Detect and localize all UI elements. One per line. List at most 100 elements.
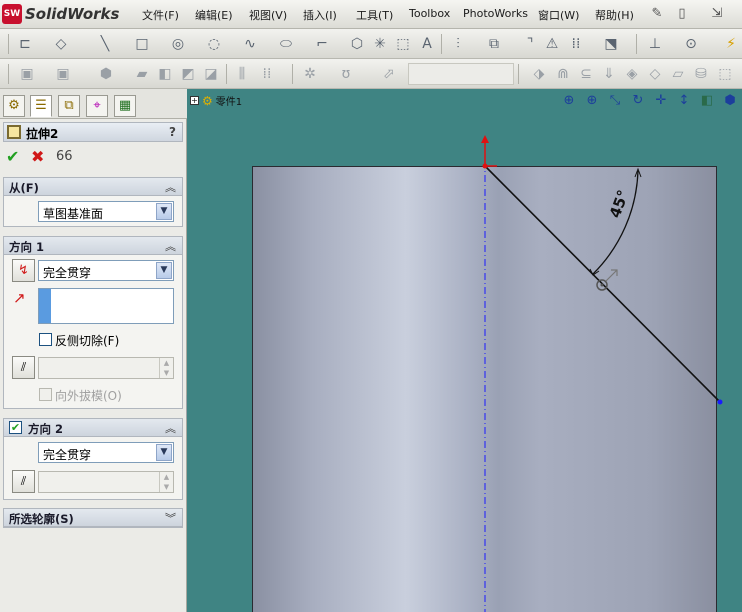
direction-selection-box[interactable]: [38, 288, 174, 324]
manipulator-arrow-icon[interactable]: [605, 269, 618, 282]
trim-icon[interactable]: ⌝: [521, 35, 539, 53]
angle-dimension-label[interactable]: 45°: [606, 188, 633, 221]
feature-manager-tab[interactable]: ⚙: [3, 95, 25, 117]
polygon-icon[interactable]: ⬡: [348, 35, 366, 53]
line-icon[interactable]: ╲: [96, 35, 114, 53]
menu-view[interactable]: 视图(V): [249, 7, 287, 23]
feature-title: 拉伸2: [26, 127, 59, 141]
spin-arrows-icon[interactable]: ▲ ▼: [159, 358, 173, 378]
smart-dimension-icon[interactable]: ◇: [52, 35, 70, 53]
fillet-icon[interactable]: ⌐: [313, 35, 331, 53]
spline-icon[interactable]: ∿: [241, 35, 259, 53]
mirror-icon[interactable]: ⫶: [449, 35, 467, 53]
move-entities-icon[interactable]: ⬔: [602, 35, 620, 53]
draft-outward-checkbox[interactable]: [39, 388, 52, 401]
from-group-header[interactable]: 从(F) ︽: [4, 178, 182, 196]
configuration-manager-tab[interactable]: ⧉: [58, 95, 80, 117]
extruded-boss-icon[interactable]: ▣: [18, 65, 36, 83]
extruded-cut-icon[interactable]: ◧: [156, 65, 174, 83]
selected-contours-header[interactable]: 所选轮廓(S) ︾: [4, 509, 182, 527]
help-button[interactable]: ?: [169, 125, 176, 139]
draft-button[interactable]: ⫽: [12, 470, 35, 493]
manager-tabs: ⚙ ☰ ⧉ ⌖ ▦: [0, 89, 187, 119]
swept-boss-icon[interactable]: ⬢: [97, 65, 115, 83]
property-manager-tab[interactable]: ☰: [30, 95, 52, 117]
dropdown-arrow-icon[interactable]: ▼: [156, 444, 172, 461]
menu-tools[interactable]: 工具(T): [356, 7, 393, 23]
linear-pattern-icon[interactable]: ⁞⁞: [567, 35, 585, 53]
draft-outward-label: 向外拔模(O): [55, 389, 122, 403]
spin-arrows-icon[interactable]: ▲ ▼: [159, 472, 173, 492]
menu-file[interactable]: 文件(F): [142, 7, 179, 23]
repair-sketch-icon[interactable]: ⊙: [682, 35, 700, 53]
swept-cut-icon[interactable]: ◪: [202, 65, 220, 83]
lofted-boss-icon[interactable]: ▰: [133, 65, 151, 83]
linear-pattern-feature-icon[interactable]: ⁞⁞: [258, 65, 276, 83]
menu-edit[interactable]: 编辑(E): [195, 7, 233, 23]
revolved-boss-icon[interactable]: ▣: [54, 65, 72, 83]
point-icon[interactable]: ✳: [371, 35, 389, 53]
direction2-group-header[interactable]: ✔ 方向 2 ︽: [4, 419, 182, 437]
origin-point: [482, 163, 488, 169]
reference-geometry-icon[interactable]: ✲: [301, 65, 319, 83]
dropdown-arrow-icon[interactable]: ▼: [156, 203, 172, 220]
instant3d-icon[interactable]: ⚡: [722, 35, 740, 53]
new-document-icon[interactable]: ▯: [673, 5, 691, 23]
menu-photoworks[interactable]: PhotoWorks: [463, 7, 528, 20]
fillet-feature-icon[interactable]: ⫼: [233, 65, 251, 83]
menu-window[interactable]: 窗口(W): [538, 7, 579, 23]
menu-insert[interactable]: 插入(I): [303, 7, 337, 23]
expand-chevron-icon[interactable]: ︾: [165, 510, 176, 526]
text-icon[interactable]: A: [418, 35, 436, 53]
construction-geometry-icon[interactable]: ⬚: [394, 35, 412, 53]
reverse-direction-button[interactable]: ↯: [12, 259, 35, 282]
knit-surface-icon[interactable]: ⛁: [692, 65, 710, 83]
surface-offset-icon[interactable]: ◈: [623, 65, 641, 83]
dimxpert-tab[interactable]: ⌖: [86, 95, 108, 117]
thicken-icon[interactable]: ⬚: [716, 65, 734, 83]
revolved-cut-icon[interactable]: ◩: [179, 65, 197, 83]
menu-toolbox[interactable]: Toolbox: [409, 7, 450, 20]
display-relations-icon[interactable]: ⊥: [646, 35, 664, 53]
collapse-chevron-icon[interactable]: ︽: [165, 179, 176, 195]
circle-icon[interactable]: ◎: [169, 35, 187, 53]
cancel-button[interactable]: ✖: [31, 149, 44, 165]
surface-fill-icon[interactable]: ◇: [646, 65, 664, 83]
collapse-chevron-icon[interactable]: ︽: [165, 420, 176, 436]
collapse-chevron-icon[interactable]: ︽: [165, 238, 176, 254]
menu-help[interactable]: 帮助(H): [595, 7, 634, 23]
sketch-icon[interactable]: ⊏: [16, 35, 34, 53]
direction1-group-header[interactable]: 方向 1 ︽: [4, 237, 182, 255]
open-document-icon[interactable]: ⇲: [708, 5, 726, 23]
planar-surface-icon[interactable]: ▱: [669, 65, 687, 83]
draft-angle-input[interactable]: ▲ ▼: [38, 357, 174, 379]
line-endpoint[interactable]: [717, 399, 723, 405]
solidworks-logo[interactable]: SW SolidWorks: [2, 2, 124, 26]
sw-logo-icon: SW: [2, 4, 22, 24]
detailed-preview-button[interactable]: 66: [56, 149, 73, 165]
surface-sweep-icon[interactable]: ⊆: [577, 65, 595, 83]
dropdown-arrow-icon[interactable]: ▼: [156, 262, 172, 279]
surface-loft-icon[interactable]: ⇓: [600, 65, 618, 83]
curves-icon[interactable]: ʊ: [337, 65, 355, 83]
display-manager-tab[interactable]: ▦: [114, 95, 136, 117]
ok-button[interactable]: ✔: [6, 149, 19, 165]
pin-icon[interactable]: ✎: [648, 5, 666, 23]
end-condition-select[interactable]: 完全贯穿 ▼: [38, 260, 174, 281]
surface-revolve-icon[interactable]: ⋒: [554, 65, 572, 83]
offset-icon[interactable]: ⧉: [485, 35, 503, 53]
from-select[interactable]: 草图基准面 ▼: [38, 201, 174, 222]
convert-entities-icon[interactable]: ⚠: [543, 35, 561, 53]
rectangle-icon[interactable]: □: [133, 35, 151, 53]
graphics-area[interactable]: + ⚙ 零件1 ⊕ ⊕ ⤡ ↻ ✛ ↕ ◧ ⬢ 45°: [187, 89, 742, 612]
features-toolbar: ▣ ▣ ⬢ ▰ ◧ ◩ ◪ ⫼ ⁞⁞ ✲ ʊ ⬀ ⬗ ⋒ ⊆ ⇓ ◈ ◇ ▱ ⛁…: [0, 59, 742, 89]
direction2-draft-angle-input[interactable]: ▲ ▼: [38, 471, 174, 493]
arc-icon[interactable]: ◌: [205, 35, 223, 53]
draft-button[interactable]: ⫽: [12, 356, 35, 379]
flip-side-checkbox[interactable]: [39, 333, 52, 346]
ellipse-icon[interactable]: ⬭: [277, 35, 295, 53]
instant3d-feature-icon[interactable]: ⬀: [380, 65, 398, 83]
direction2-end-condition-select[interactable]: 完全贯穿 ▼: [38, 442, 174, 463]
surface-extrude-icon[interactable]: ⬗: [530, 65, 548, 83]
direction2-checkbox[interactable]: ✔: [9, 421, 22, 434]
